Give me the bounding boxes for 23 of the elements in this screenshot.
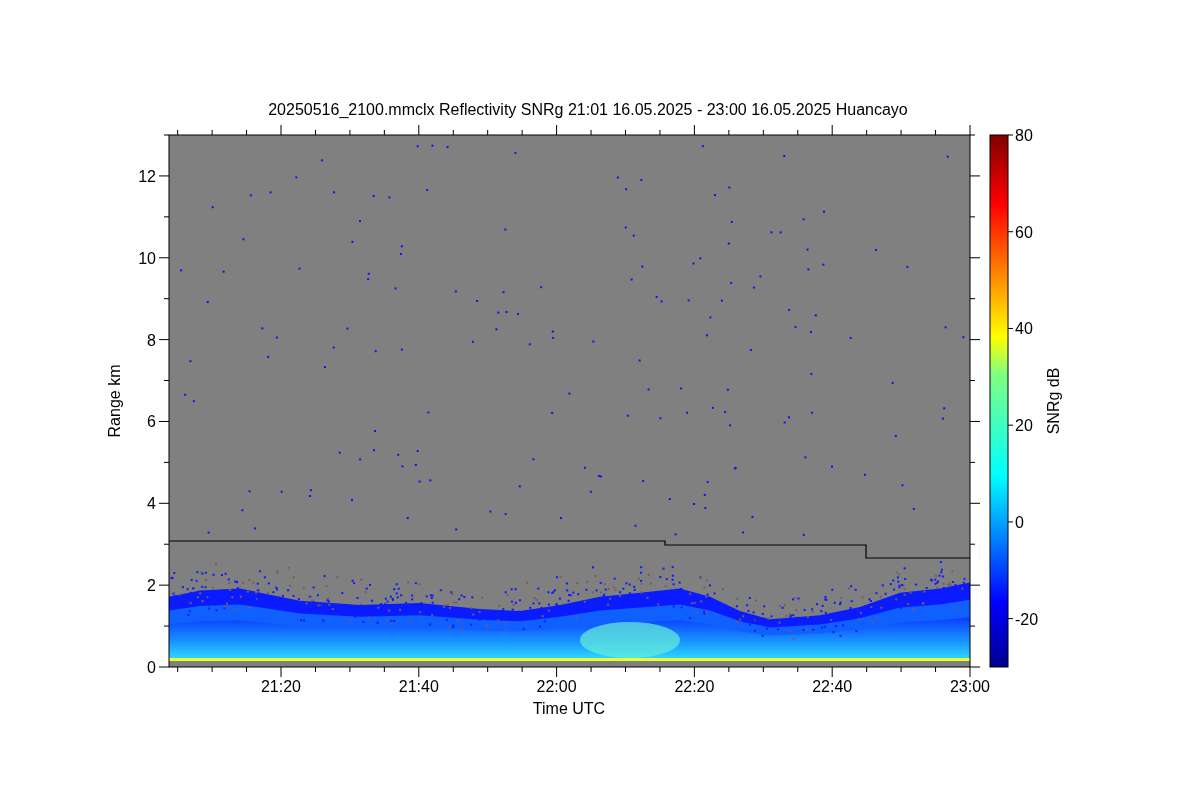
x-tick-label: 21:20 xyxy=(261,678,301,695)
y-tick-label: 6 xyxy=(147,413,156,431)
colorbar-tick-label: -20 xyxy=(1015,610,1039,628)
colorbar-tick-label: 40 xyxy=(1015,320,1033,338)
x-tick-label: 21:40 xyxy=(398,678,439,695)
colorbar-label: SNRg dB xyxy=(1045,367,1062,435)
x-axis-label: Time UTC xyxy=(532,700,606,717)
x-tick-label: 22:00 xyxy=(536,678,577,695)
chart-title: 20250516_2100.mmclx Reflectivity SNRg 21:01 16.05.2025 - 23:00 16.05.2025 Huancayo xyxy=(268,101,908,118)
y-tick-label: 10 xyxy=(138,249,156,267)
y-tick-label: 4 xyxy=(147,495,156,513)
y-tick-label: 0 xyxy=(147,659,156,676)
y-axis-label: Range km xyxy=(106,364,123,438)
y-tick-label: 2 xyxy=(147,577,156,595)
y-tick-label: 8 xyxy=(147,331,156,349)
colorbar-tick-label: 0 xyxy=(1015,513,1024,531)
colorbar-tick-label: 80 xyxy=(1015,127,1033,144)
colorbar-tick-label: 60 xyxy=(1015,223,1033,241)
x-tick-label: 22:40 xyxy=(812,678,853,695)
x-tick-label: 22:20 xyxy=(674,678,715,695)
x-tick-label: 23:00 xyxy=(950,678,990,695)
colorbar-tick-label: 20 xyxy=(1015,417,1033,435)
y-tick-label: 12 xyxy=(138,167,156,185)
